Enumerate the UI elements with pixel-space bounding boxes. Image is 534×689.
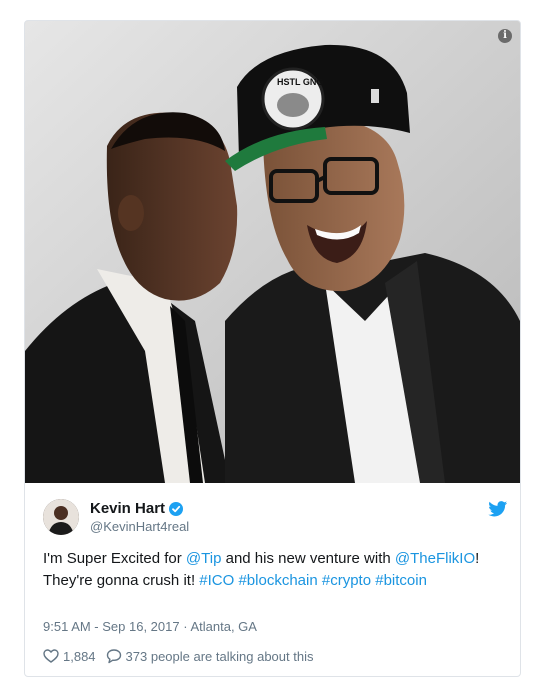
text-segment: and his new venture with	[221, 550, 395, 567]
tweet-actions: 1,884 373 people are talking about this	[43, 648, 313, 664]
display-name[interactable]: Kevin Hart	[90, 500, 165, 517]
tweet-text: I'm Super Excited for @Tip and his new v…	[43, 548, 503, 592]
avatar-image	[43, 499, 79, 535]
heart-icon[interactable]	[43, 648, 59, 664]
hashtag-blockchain[interactable]: #blockchain	[238, 572, 317, 589]
info-icon[interactable]: i	[498, 29, 512, 43]
mention-theflikio[interactable]: @TheFlikIO	[395, 550, 475, 567]
text-segment: I'm Super Excited for	[43, 550, 186, 567]
name-row: Kevin Hart	[90, 500, 184, 517]
avatar[interactable]	[43, 499, 79, 535]
mention-tip[interactable]: @Tip	[186, 550, 222, 567]
hashtag-ico[interactable]: #ICO	[199, 572, 234, 589]
verified-badge-icon	[169, 501, 184, 516]
cap-logo-text: HSTL GNG	[277, 77, 323, 87]
speech-bubble-icon[interactable]	[106, 648, 122, 664]
tweet-header: Kevin Hart @KevinHart4real	[43, 497, 508, 537]
tweet-meta: 9:51 AM - Sep 16, 2017 · Atlanta, GA	[43, 619, 257, 634]
twitter-bird-icon[interactable]	[488, 501, 508, 517]
user-handle[interactable]: @KevinHart4real	[90, 519, 189, 534]
tweet-photo[interactable]: HSTL GNG i	[25, 21, 520, 483]
tweet-embed-card[interactable]: HSTL GNG i Kevin Hart @KevinHart4real I'…	[24, 20, 521, 677]
like-count[interactable]: 1,884	[63, 649, 96, 664]
hashtag-crypto[interactable]: #crypto	[322, 572, 371, 589]
talking-count[interactable]: 373 people are talking about this	[126, 649, 314, 664]
location[interactable]: Atlanta, GA	[190, 619, 256, 634]
timestamp[interactable]: 9:51 AM - Sep 16, 2017	[43, 619, 180, 634]
photo-illustration: HSTL GNG	[25, 21, 520, 483]
hashtag-bitcoin[interactable]: #bitcoin	[375, 572, 427, 589]
